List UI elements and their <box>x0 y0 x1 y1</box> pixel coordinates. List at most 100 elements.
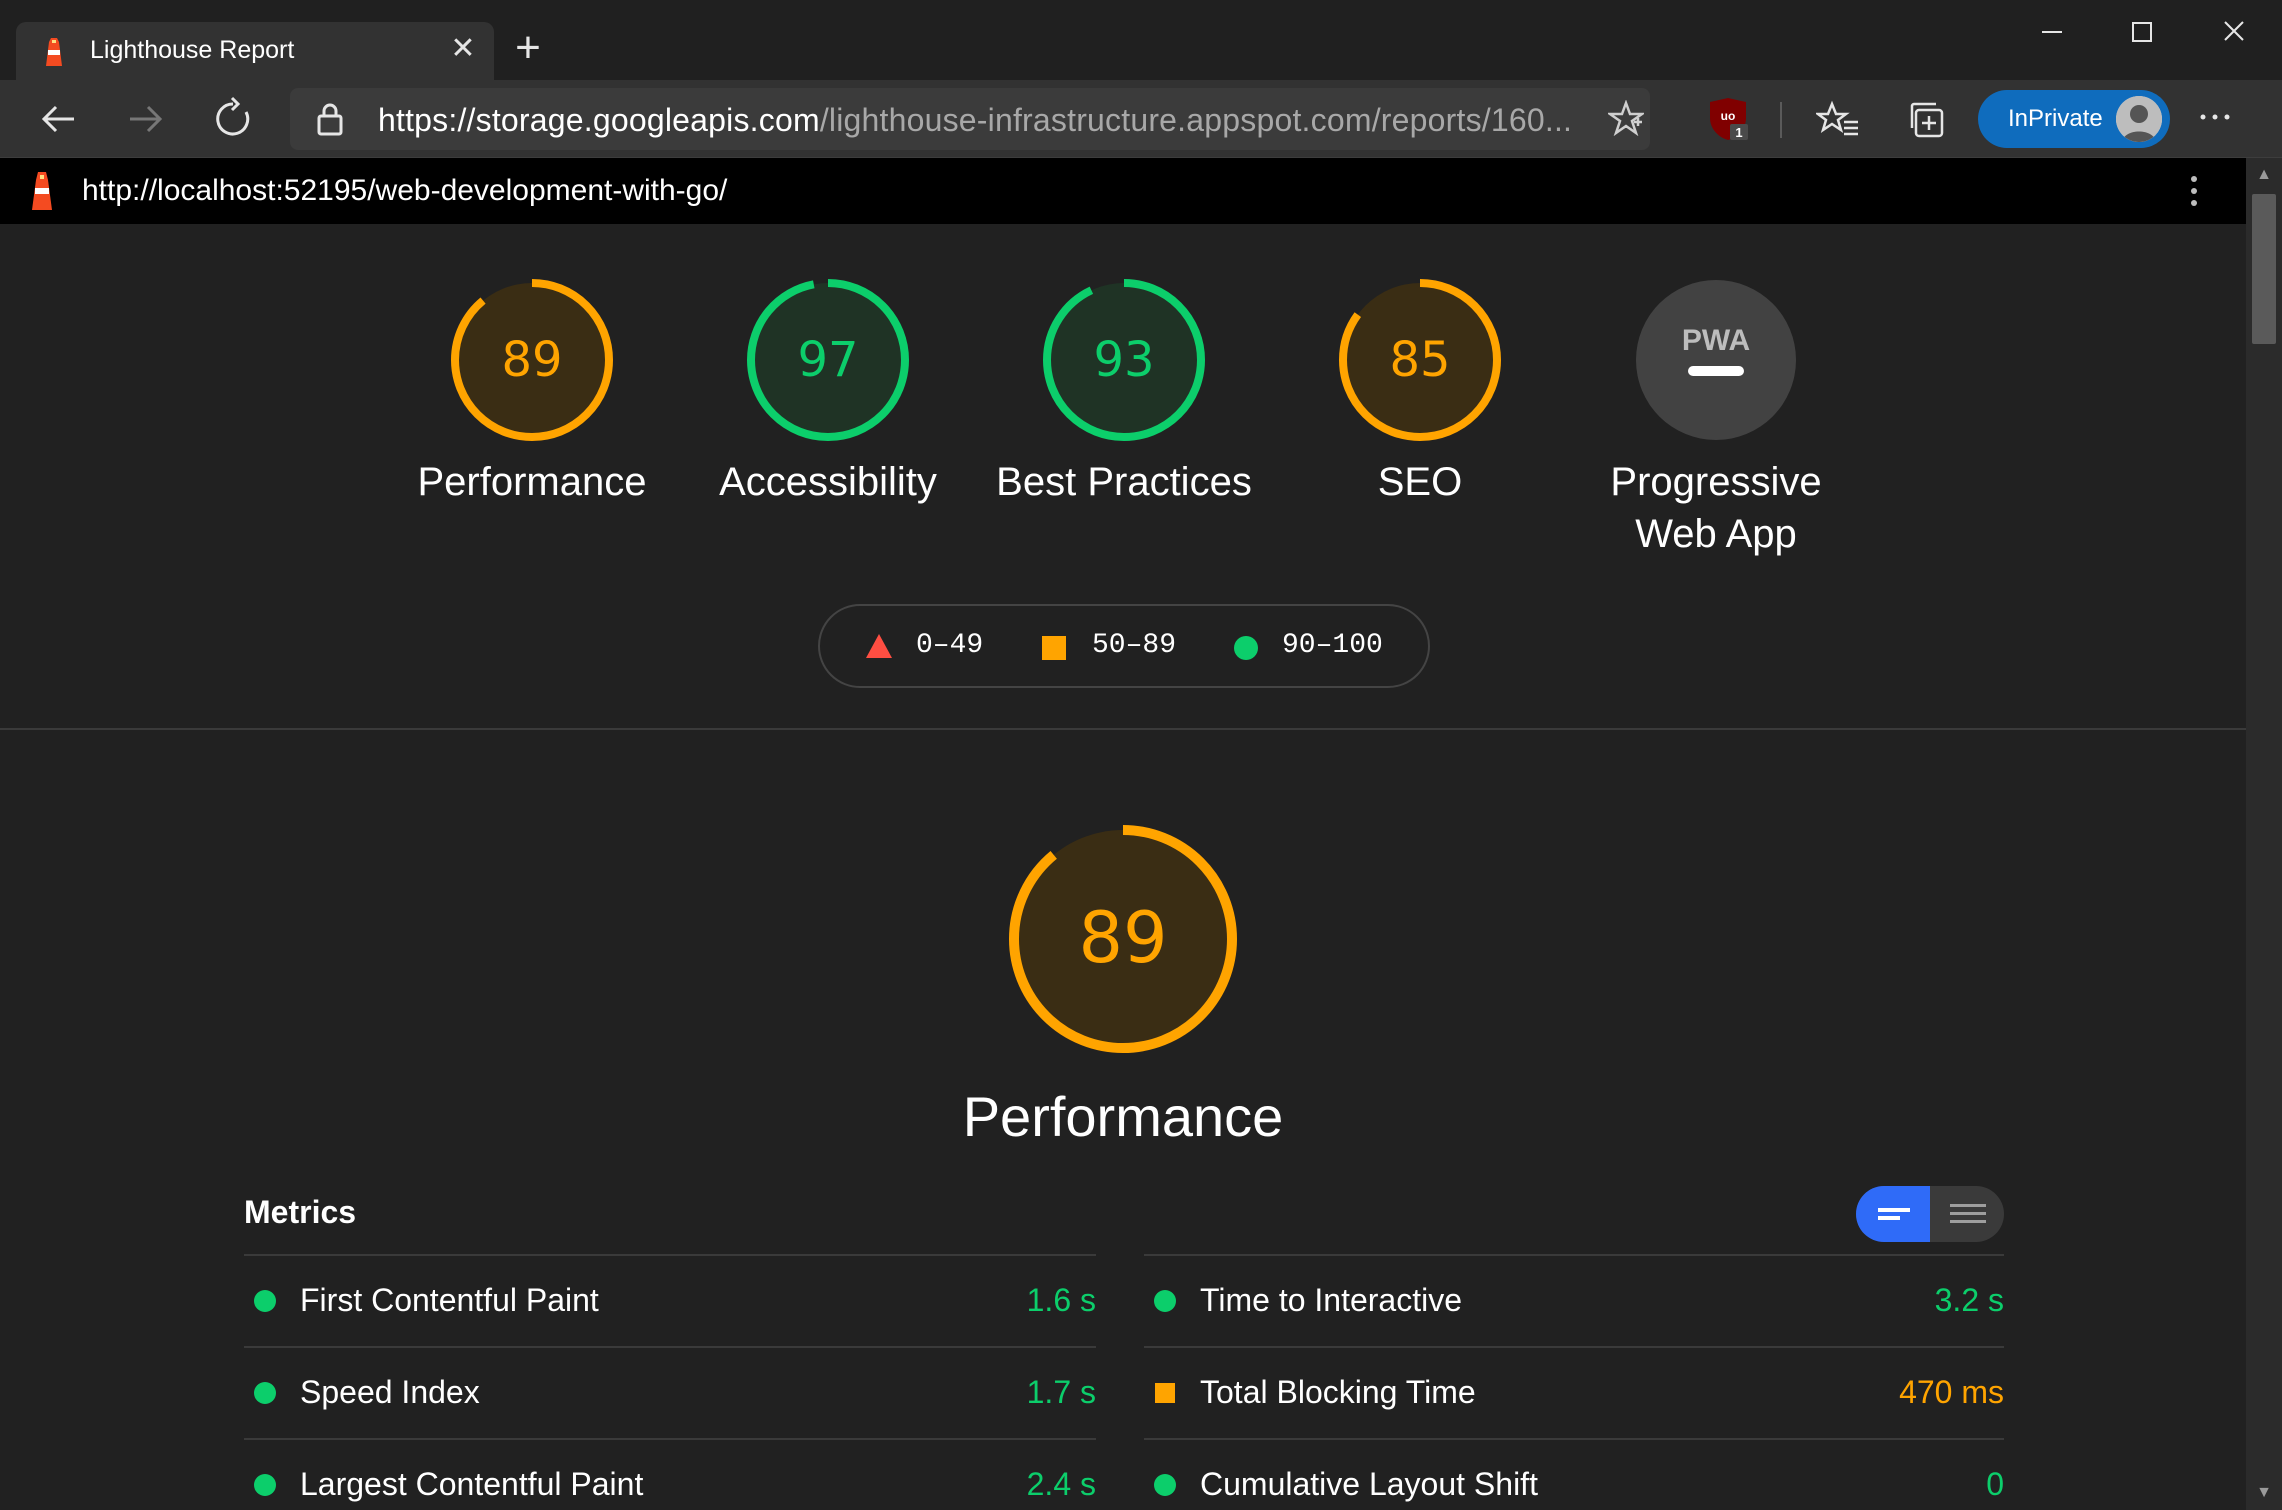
legend-range-fail: 0–49 <box>916 630 984 661</box>
metric-value: 3.2 s <box>1934 1282 2004 1318</box>
metric-row: Speed Index 1.7 s <box>244 1346 1096 1438</box>
metric-name: First Contentful Paint <box>300 1282 599 1318</box>
gauge-performance[interactable]: 89 Performance <box>382 278 682 508</box>
gauge-label: Performance <box>417 460 647 504</box>
pass-circle-icon <box>1234 636 1258 660</box>
gauge-label: Accessibility <box>719 460 937 504</box>
gauge-seo[interactable]: 85 SEO <box>1270 278 1570 508</box>
address-url[interactable]: https://storage.googleapis.com/lighthous… <box>378 102 1572 139</box>
report-content: 89 Performance 97 Accessibility 93 Best … <box>0 224 2246 1510</box>
metric-value: 470 ms <box>1899 1374 2004 1410</box>
performance-score: 89 <box>1078 897 1167 979</box>
minimize-icon <box>2042 31 2062 33</box>
pass-indicator-icon <box>1154 1290 1176 1312</box>
pass-indicator-icon <box>1154 1474 1176 1496</box>
expanded-view-icon <box>1950 1204 1986 1223</box>
avatar <box>2116 96 2162 142</box>
title-bar: Lighthouse Report ✕ + <box>0 0 2282 80</box>
settings-more-button[interactable] <box>2198 102 2232 140</box>
gauge-label-line2: Web App <box>1635 512 1797 556</box>
more-horizontal-icon <box>2200 114 2230 120</box>
arrow-right-icon <box>130 105 163 133</box>
maximize-button[interactable] <box>2120 12 2164 52</box>
legend-range-pass: 90–100 <box>1282 630 1383 661</box>
metric-row: Cumulative Layout Shift 0 <box>1144 1438 2004 1510</box>
section-divider <box>0 728 2246 730</box>
gauge-seo-ring: 85 <box>1339 279 1501 441</box>
metrics-heading: Metrics <box>244 1194 357 1230</box>
gauge-best-practices[interactable]: 93 Best Practices <box>974 278 1274 508</box>
gauge-pwa[interactable]: PWA Progressive Web App <box>1566 278 1866 560</box>
lock-icon[interactable] <box>314 102 346 136</box>
pass-indicator-icon <box>254 1474 276 1496</box>
minimize-button[interactable] <box>2030 12 2074 52</box>
metric-row: First Contentful Paint 1.6 s <box>244 1254 1096 1346</box>
toolbar-separator <box>1780 102 1782 138</box>
metric-name: Largest Contentful Paint <box>300 1466 644 1502</box>
performance-main-ring: 89 <box>1009 825 1237 1053</box>
toggle-expanded-view[interactable] <box>1930 1186 2004 1242</box>
ublock-icon: uo 1 <box>1710 98 1748 140</box>
favorites-list-icon <box>1814 100 1858 136</box>
arrow-left-icon <box>41 105 74 133</box>
close-window-button[interactable] <box>2212 12 2256 52</box>
average-square-icon <box>1042 636 1066 660</box>
back-button[interactable] <box>34 94 84 144</box>
metric-name: Total Blocking Time <box>1200 1374 1476 1410</box>
gauge-score: 93 <box>1093 332 1154 388</box>
profile-avatar-icon <box>2116 96 2162 142</box>
metric-value: 1.7 s <box>1026 1374 1096 1410</box>
new-tab-button[interactable]: + <box>510 26 546 70</box>
metric-value: 2.4 s <box>1026 1466 1096 1502</box>
gauge-label: Best Practices <box>996 460 1252 504</box>
gauge-best-practices-ring: 93 <box>1043 279 1205 441</box>
refresh-button[interactable] <box>208 94 258 144</box>
gauge-score: 97 <box>797 332 858 388</box>
score-scale-legend: 0–49 50–89 90–100 <box>818 604 1430 688</box>
report-topbar: http://localhost:52195/web-development-w… <box>0 158 2246 224</box>
more-vertical-icon[interactable] <box>2184 174 2204 208</box>
lighthouse-icon <box>46 38 62 66</box>
gauge-accessibility[interactable]: 97 Accessibility <box>678 278 978 508</box>
metrics-view-toggle[interactable] <box>1856 1186 2004 1242</box>
collections-button[interactable] <box>1906 98 1950 142</box>
forward-button[interactable] <box>120 94 170 144</box>
metric-value: 1.6 s <box>1026 1282 1096 1318</box>
gauge-score: 85 <box>1389 332 1450 388</box>
report-url[interactable]: http://localhost:52195/web-development-w… <box>82 174 727 208</box>
browser-window: Lighthouse Report ✕ + https://storage.go… <box>0 0 2282 1510</box>
average-indicator-icon <box>1155 1383 1175 1403</box>
url-path: /lighthouse-infrastructure.appspot.com/r… <box>819 102 1573 138</box>
gauge-performance-ring: 89 <box>451 279 613 441</box>
metric-row: Total Blocking Time 470 ms <box>1144 1346 2004 1438</box>
performance-title: Performance <box>962 1085 1284 1148</box>
inprivate-button[interactable]: InPrivate <box>1978 90 2170 148</box>
scroll-up-arrow-icon[interactable]: ▲ <box>2254 166 2274 184</box>
metric-row: Largest Contentful Paint 2.4 s <box>244 1438 1096 1510</box>
gauge-label: Progressive Web App <box>1566 456 1866 560</box>
pwa-badge-icon: PWA <box>1636 280 1796 440</box>
pass-indicator-icon <box>254 1382 276 1404</box>
collections-icon <box>1910 102 1944 138</box>
compact-view-icon <box>1878 1208 1910 1220</box>
gauge-label-line1: Progressive <box>1610 460 1822 504</box>
tab-lighthouse-report[interactable]: Lighthouse Report ✕ <box>16 22 494 80</box>
ublock-extension-button[interactable]: uo 1 <box>1706 98 1750 142</box>
gauge-score: 89 <box>501 332 562 388</box>
metric-row: Time to Interactive 3.2 s <box>1144 1254 2004 1346</box>
url-host: https://storage.googleapis.com <box>378 102 820 138</box>
scroll-thumb[interactable] <box>2252 194 2276 344</box>
address-bar[interactable]: https://storage.googleapis.com/lighthous… <box>290 88 1650 150</box>
scroll-down-arrow-icon[interactable]: ▼ <box>2254 1484 2274 1502</box>
metric-name: Time to Interactive <box>1200 1282 1463 1318</box>
favorite-star-icon[interactable] <box>1608 100 1644 136</box>
extension-badge: 1 <box>1735 125 1742 140</box>
vertical-scrollbar[interactable]: ▲ ▼ <box>2246 158 2282 1510</box>
close-tab-icon[interactable]: ✕ <box>448 34 478 64</box>
fail-triangle-icon <box>866 634 892 658</box>
refresh-icon <box>216 96 250 136</box>
metrics-column-right: Time to Interactive 3.2 s Total Blocking… <box>1144 1254 2004 1510</box>
favorites-button[interactable] <box>1814 98 1860 142</box>
toggle-compact-view[interactable] <box>1856 1186 1930 1242</box>
metric-value: 0 <box>1986 1466 2004 1502</box>
